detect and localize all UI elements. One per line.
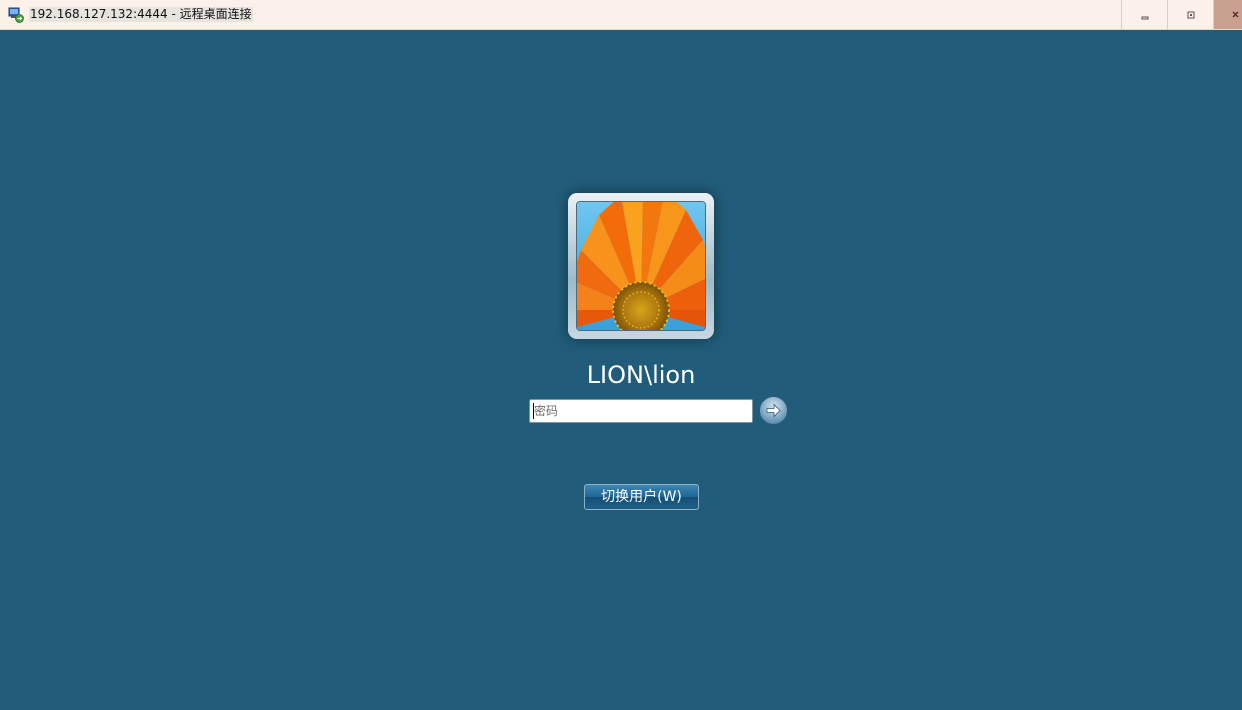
restore-icon bbox=[1187, 11, 1195, 19]
user-avatar-frame bbox=[568, 193, 714, 339]
avatar-image bbox=[577, 202, 705, 330]
switch-user-button[interactable]: 切换用户(W) bbox=[584, 484, 699, 510]
title-bar[interactable]: 192.168.127.132:4444 - 远程桌面连接 bbox=[0, 0, 1242, 30]
window-title: 192.168.127.132:4444 - 远程桌面连接 bbox=[29, 7, 253, 22]
restore-button[interactable] bbox=[1167, 0, 1213, 29]
flower-avatar bbox=[576, 201, 706, 331]
arrow-right-icon bbox=[766, 403, 781, 418]
password-input[interactable] bbox=[529, 399, 753, 423]
remote-desktop-window: 192.168.127.132:4444 - 远程桌面连接 LION\lion … bbox=[0, 0, 1242, 710]
remote-desktop-icon[interactable] bbox=[8, 7, 24, 23]
minimize-button[interactable] bbox=[1121, 0, 1167, 29]
minimize-icon bbox=[1141, 16, 1149, 20]
login-submit-button[interactable] bbox=[759, 396, 788, 425]
username-label: LION\lion bbox=[586, 361, 696, 389]
close-icon bbox=[1232, 11, 1239, 18]
text-cursor bbox=[533, 403, 534, 419]
close-button[interactable] bbox=[1213, 0, 1242, 29]
